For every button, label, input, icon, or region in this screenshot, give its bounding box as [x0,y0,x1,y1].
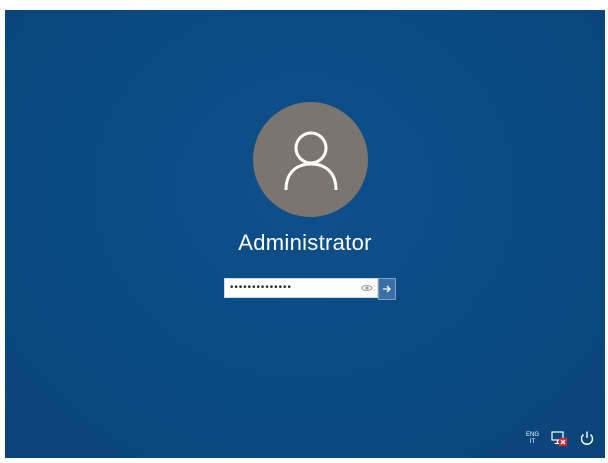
language-code: ENG [525,432,539,438]
network-disconnected-icon[interactable] [551,430,567,446]
password-masked-text: •••••••••••••• [229,283,292,293]
system-tray: ENG IT [526,430,595,446]
power-icon[interactable] [579,430,595,446]
lock-screen: Administrator •••••••••••••• ENG IT [5,10,605,458]
user-silhouette-icon [284,131,337,190]
username-label: Administrator [238,230,372,255]
eye-icon[interactable] [361,283,373,293]
arrow-right-icon [383,285,391,293]
password-input[interactable]: •••••••••••••• [224,278,378,298]
language-indicator[interactable]: ENG IT [526,432,539,446]
password-row: •••••••••••••• [224,278,396,300]
user-avatar [253,102,368,217]
language-layout: IT [529,439,536,445]
submit-button[interactable] [378,278,396,300]
